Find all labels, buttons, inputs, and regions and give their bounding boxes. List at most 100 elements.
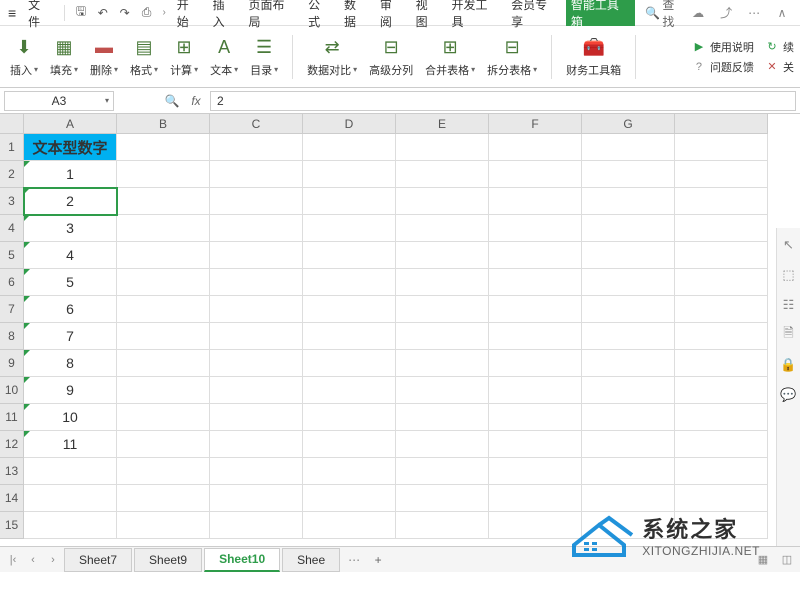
col-header[interactable]: D (303, 114, 396, 134)
cell[interactable] (675, 296, 768, 323)
tab-view[interactable]: 视图 (411, 0, 445, 26)
sheet-tab[interactable]: Sheet9 (134, 548, 202, 572)
cell[interactable] (117, 188, 210, 215)
row-header[interactable]: 9 (0, 350, 24, 377)
cell[interactable] (489, 350, 582, 377)
cell[interactable] (489, 296, 582, 323)
cell[interactable] (303, 512, 396, 539)
cell[interactable] (489, 242, 582, 269)
help-link[interactable]: ▶使用说明 ↻续 (692, 39, 794, 55)
cell[interactable]: 5 (24, 269, 117, 296)
cell[interactable] (117, 323, 210, 350)
col-header[interactable]: G (582, 114, 675, 134)
cell[interactable] (582, 404, 675, 431)
chevron-right-icon[interactable]: › (158, 7, 169, 18)
cell[interactable] (210, 404, 303, 431)
more-icon[interactable]: ⋯ (744, 3, 764, 23)
cell[interactable] (396, 323, 489, 350)
select-icon[interactable]: ⬚ (780, 266, 798, 284)
cell[interactable] (675, 269, 768, 296)
sheet-next-icon[interactable]: › (44, 551, 62, 569)
undo-icon[interactable]: ↶ (93, 3, 113, 23)
cell[interactable] (210, 458, 303, 485)
cell[interactable] (117, 458, 210, 485)
cell[interactable] (675, 458, 768, 485)
cell[interactable]: 7 (24, 323, 117, 350)
cell[interactable] (396, 350, 489, 377)
col-header[interactable]: C (210, 114, 303, 134)
formula-input[interactable]: 2 (210, 91, 796, 111)
cell[interactable] (675, 512, 768, 539)
ribbon-calc[interactable]: ⊞计算▾ (166, 36, 202, 78)
cell[interactable] (117, 242, 210, 269)
ribbon-fill[interactable]: ▦填充▾ (46, 36, 82, 78)
cell[interactable] (303, 296, 396, 323)
cell[interactable] (675, 350, 768, 377)
menu-icon[interactable]: ≡ (4, 5, 20, 21)
cell[interactable] (582, 134, 675, 161)
tab-smart-toolbox[interactable]: 智能工具箱 (566, 0, 636, 26)
cell[interactable] (582, 269, 675, 296)
ribbon-insert[interactable]: ⬇插入▾ (6, 36, 42, 78)
cell[interactable] (210, 296, 303, 323)
cell[interactable] (396, 242, 489, 269)
notify-icon[interactable]: ⤴ (716, 3, 736, 23)
cell[interactable] (489, 161, 582, 188)
tab-member[interactable]: 会员专享 (506, 0, 564, 26)
sheet-more-icon[interactable]: ⋯ (342, 553, 366, 567)
ribbon-finance[interactable]: 🧰财务工具箱 (562, 36, 625, 78)
row-header[interactable]: 7 (0, 296, 24, 323)
view-icon[interactable]: ▦ (754, 551, 772, 569)
cell[interactable] (303, 134, 396, 161)
tab-start[interactable]: 开始 (172, 0, 206, 26)
cell[interactable] (582, 377, 675, 404)
cell[interactable] (582, 215, 675, 242)
cell[interactable] (303, 242, 396, 269)
cell[interactable] (117, 404, 210, 431)
cell[interactable] (489, 269, 582, 296)
cell[interactable] (117, 134, 210, 161)
cell[interactable]: 11 (24, 431, 117, 458)
cell[interactable] (582, 458, 675, 485)
cell[interactable]: 2 (24, 188, 117, 215)
cell[interactable] (489, 485, 582, 512)
cell[interactable] (303, 161, 396, 188)
cell[interactable] (210, 350, 303, 377)
cell[interactable] (210, 269, 303, 296)
row-header[interactable]: 15 (0, 512, 24, 539)
ribbon-compare[interactable]: ⇄数据对比▾ (303, 36, 361, 78)
cell[interactable] (303, 377, 396, 404)
cell[interactable] (117, 215, 210, 242)
cell[interactable] (210, 161, 303, 188)
cell[interactable] (396, 269, 489, 296)
ribbon-format[interactable]: ▤格式▾ (126, 36, 162, 78)
cell[interactable] (489, 188, 582, 215)
cell[interactable] (396, 296, 489, 323)
col-header[interactable]: E (396, 114, 489, 134)
lock-icon[interactable]: 🔒 (780, 356, 798, 374)
row-header[interactable]: 5 (0, 242, 24, 269)
cell[interactable] (303, 323, 396, 350)
ribbon-delete[interactable]: ▬删除▾ (86, 36, 122, 78)
cell[interactable] (303, 350, 396, 377)
sheet-prev-icon[interactable]: ‹ (24, 551, 42, 569)
row-header[interactable]: 13 (0, 458, 24, 485)
settings-icon[interactable]: ☷ (780, 296, 798, 314)
zoom-icon[interactable]: 🔍 (162, 91, 182, 111)
cell[interactable] (303, 269, 396, 296)
cell[interactable] (396, 377, 489, 404)
chat-icon[interactable]: 💬 (780, 386, 798, 404)
cell[interactable] (582, 323, 675, 350)
cell[interactable] (489, 512, 582, 539)
tab-layout[interactable]: 页面布局 (243, 0, 301, 26)
cell[interactable] (489, 458, 582, 485)
tab-insert[interactable]: 插入 (208, 0, 242, 26)
cell[interactable] (396, 485, 489, 512)
feedback-link[interactable]: ?问题反馈 ✕关 (692, 59, 794, 75)
cell[interactable] (489, 377, 582, 404)
cell[interactable] (675, 404, 768, 431)
cell[interactable] (210, 215, 303, 242)
sheet-add-icon[interactable]: + (368, 550, 388, 570)
row-header[interactable]: 10 (0, 377, 24, 404)
row-header[interactable]: 14 (0, 485, 24, 512)
